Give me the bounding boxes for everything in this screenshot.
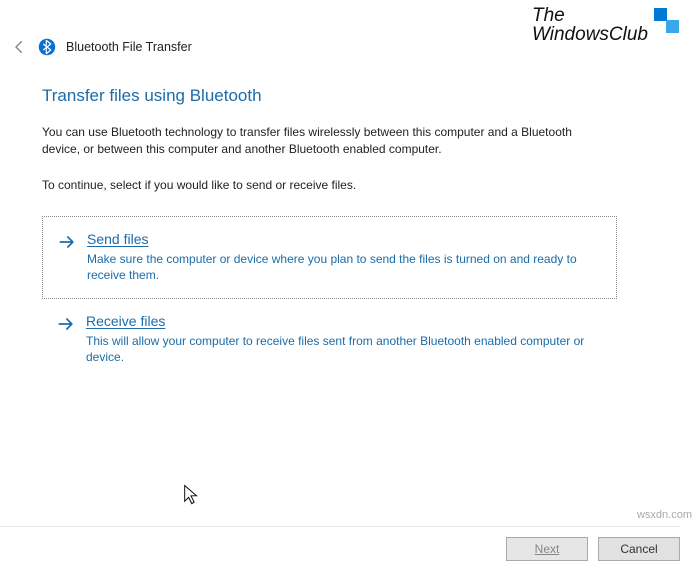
option-receive-files[interactable]: Receive files This will allow your compu… — [42, 299, 617, 379]
arrow-right-icon — [57, 232, 77, 252]
option-send-desc: Make sure the computer or device where y… — [87, 251, 602, 283]
wizard-body: Transfer files using Bluetooth You can u… — [42, 86, 640, 379]
wizard-footer: Next Cancel — [0, 526, 680, 561]
page-description: You can use Bluetooth technology to tran… — [42, 124, 602, 159]
watermark-line1: The — [532, 6, 648, 25]
option-receive-desc: This will allow your computer to receive… — [86, 333, 603, 365]
wizard-header: Bluetooth File Transfer — [10, 38, 192, 56]
back-arrow-icon[interactable] — [10, 38, 28, 56]
watermark-squares-icon — [654, 8, 680, 34]
option-send-files[interactable]: Send files Make sure the computer or dev… — [42, 216, 617, 298]
watermark-line2: WindowsClub — [532, 25, 648, 44]
window-title: Bluetooth File Transfer — [66, 40, 192, 54]
bluetooth-icon — [38, 38, 56, 56]
next-button: Next — [506, 537, 588, 561]
page-instruction: To continue, select if you would like to… — [42, 177, 602, 194]
option-receive-title: Receive files — [86, 313, 603, 329]
site-watermark: The WindowsClub — [532, 6, 680, 44]
options-container: Send files Make sure the computer or dev… — [42, 216, 617, 379]
cancel-button[interactable]: Cancel — [598, 537, 680, 561]
page-heading: Transfer files using Bluetooth — [42, 86, 640, 106]
option-send-title: Send files — [87, 231, 602, 247]
cursor-icon — [183, 484, 199, 506]
arrow-right-icon — [56, 314, 76, 334]
source-attribution: wsxdn.com — [637, 509, 692, 521]
